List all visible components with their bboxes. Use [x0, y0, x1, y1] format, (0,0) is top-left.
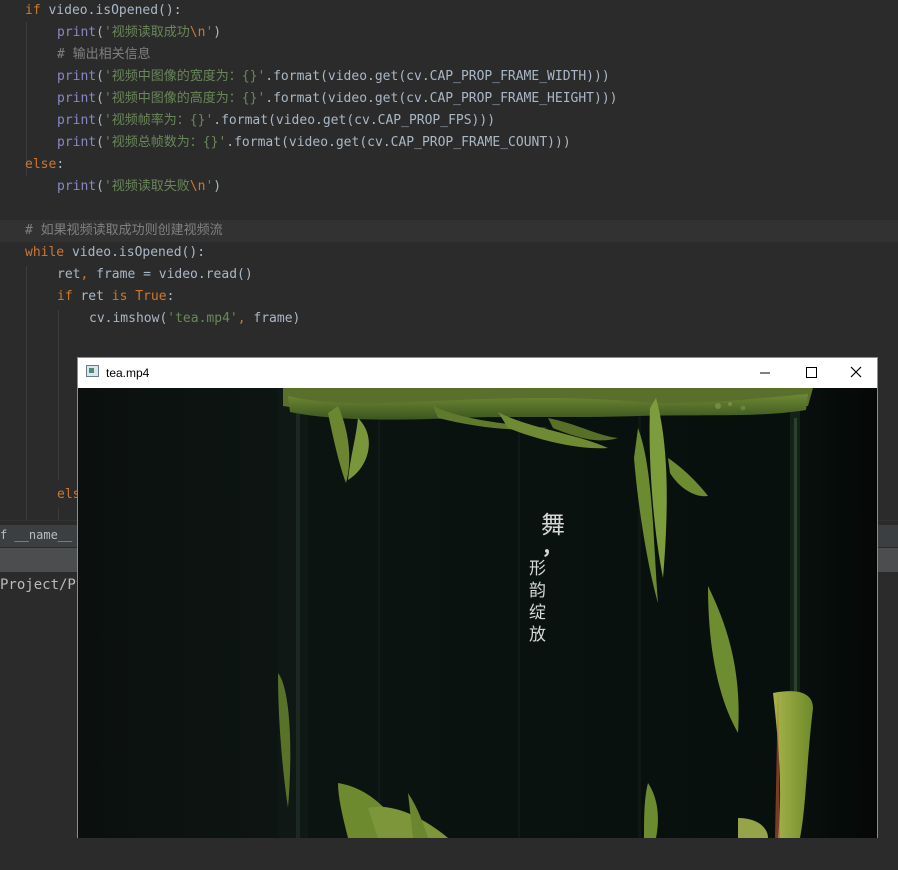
code-token: \n: [189, 179, 206, 194]
window-titlebar[interactable]: tea.mp4: [78, 358, 877, 388]
code-token: print: [57, 91, 97, 106]
code-token: ): [213, 179, 222, 194]
maximize-button[interactable]: [788, 358, 834, 388]
maximize-icon: [806, 367, 817, 378]
code-line: print('视频读取失败\n'): [0, 176, 898, 198]
code-token: print: [57, 69, 97, 84]
code-token: ,: [237, 311, 254, 326]
code-line: print('视频中图像的高度为：{}'.format(video.get(cv…: [0, 88, 898, 110]
code-token: .format(video.get(cv.CAP_PROP_FRAME_COUN…: [226, 135, 571, 150]
code-line: # 输出相关信息: [0, 44, 898, 66]
code-line: print('视频中图像的宽度为：{}'.format(video.get(cv…: [0, 66, 898, 88]
code-token: (: [96, 113, 104, 128]
code-token: 'tea.mp4': [167, 311, 238, 326]
code-line: if video.isOpened():: [0, 0, 898, 22]
code-token: '视频帧率为：{}': [103, 113, 214, 128]
code-token: # 如果视频读取成功则创建视频流: [25, 223, 223, 238]
code-token: ret: [80, 289, 112, 304]
code-token: '视频读取失败: [103, 179, 190, 194]
code-token: print: [57, 135, 97, 150]
close-button[interactable]: [833, 358, 879, 388]
code-token: frame = video.read(): [96, 267, 253, 282]
code-line: cv.imshow('tea.mp4', frame): [0, 308, 898, 330]
minimize-icon: [760, 372, 770, 374]
code-line: print('视频读取成功\n'): [0, 22, 898, 44]
code-token: '视频读取成功: [103, 25, 190, 40]
code-token: video.isOpened():: [71, 245, 206, 260]
code-token: video.isOpened():: [48, 3, 182, 18]
overlay-comma: ，: [542, 535, 562, 559]
overlay-char: 韵: [529, 581, 546, 601]
code-token: ret: [57, 267, 81, 282]
code-token: .format(video.get(cv.CAP_PROP_FRAME_WIDT…: [265, 69, 610, 84]
code-line: else:: [0, 154, 898, 176]
code-token: if: [25, 3, 49, 18]
close-icon: [850, 366, 862, 378]
code-line: print('视频帧率为：{}'.format(video.get(cv.CAP…: [0, 110, 898, 132]
code-line: [0, 198, 898, 220]
code-token: '视频中图像的高度为：{}': [103, 91, 266, 106]
overlay-char: 形: [529, 559, 546, 579]
overlay-char: 放: [529, 625, 546, 645]
video-frame: 舞 ， 形 韵 绽 放: [78, 388, 877, 838]
code-token: :: [166, 289, 175, 304]
app-window-icon: [86, 365, 99, 377]
code-token: .format(video.get(cv.CAP_PROP_FRAME_HEIG…: [265, 91, 618, 106]
code-token: (: [96, 179, 104, 194]
run-output-path: Project/Py: [0, 577, 85, 593]
code-line: if ret is True:: [0, 286, 898, 308]
window-title: tea.mp4: [106, 366, 150, 380]
code-token: '视频总帧数为：{}': [103, 135, 227, 150]
code-token: cv.imshow(: [89, 311, 168, 326]
code-token: else: [25, 157, 57, 172]
code-line: ret, frame = video.read(): [0, 264, 898, 286]
code-token: # 输出相关信息: [57, 47, 151, 62]
code-token: (: [96, 25, 104, 40]
code-token: ,: [80, 267, 97, 282]
code-token: :: [56, 157, 65, 172]
code-token: (: [96, 91, 104, 106]
code-token: .format(video.get(cv.CAP_PROP_FPS))): [213, 113, 496, 128]
code-token: ): [213, 25, 222, 40]
code-token: \n: [189, 25, 206, 40]
indent-guide: [58, 508, 59, 520]
code-token: frame): [253, 311, 301, 326]
video-window[interactable]: tea.mp4 舞 ， 形 韵 绽 放: [77, 357, 878, 838]
code-line: print('视频总帧数为：{}'.format(video.get(cv.CA…: [0, 132, 898, 154]
code-token: print: [57, 113, 97, 128]
code-token: is True: [111, 289, 167, 304]
code-token: (: [96, 135, 104, 150]
code-token: (: [96, 69, 104, 84]
overlay-char: 绽: [529, 603, 546, 623]
code-token: print: [57, 179, 97, 194]
minimize-button[interactable]: [742, 358, 788, 388]
code-token: while: [25, 245, 72, 260]
indent-guide: [58, 310, 59, 480]
overlay-phrase: 形 韵 绽 放: [529, 558, 549, 646]
code-line: # 如果视频读取成功则创建视频流: [0, 220, 898, 242]
code-token: print: [57, 25, 97, 40]
code-token: if: [57, 289, 81, 304]
tea-leaves-image: [78, 388, 877, 838]
else-partial-text: els: [57, 487, 81, 502]
code-token: '视频中图像的宽度为：{}': [103, 69, 266, 84]
code-line: while video.isOpened():: [0, 242, 898, 264]
